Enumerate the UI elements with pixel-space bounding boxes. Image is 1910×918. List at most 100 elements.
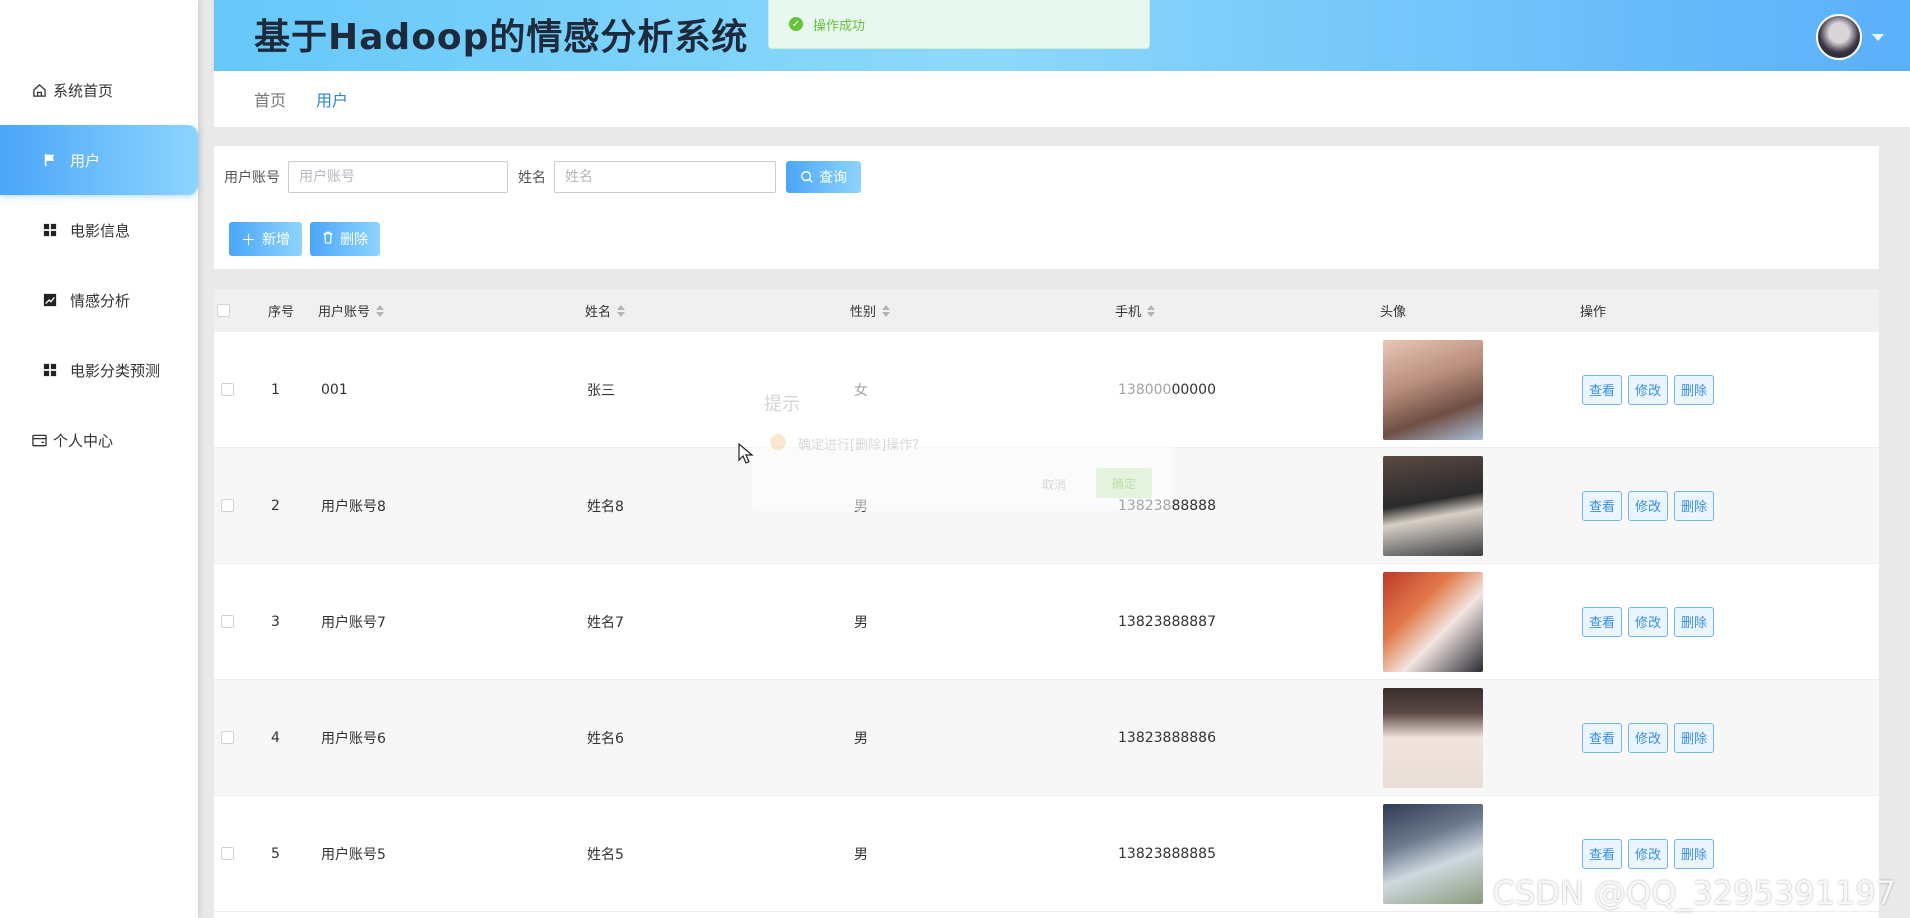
row-name: 姓名5 xyxy=(587,846,624,863)
sort-icon[interactable] xyxy=(617,304,626,317)
sidebar: 系统首页 用户 电影信息 情感分析 电影分类预测 个人中心 xyxy=(0,0,198,918)
sidebar-item-label: 电影分类预测 xyxy=(70,361,161,380)
avatar-photo[interactable] xyxy=(1383,571,1483,672)
col-phone-label: 手机 xyxy=(1115,305,1142,320)
col-gender-label: 性别 xyxy=(850,305,877,320)
row-name: 姓名8 xyxy=(587,498,624,515)
row-gender: 男 xyxy=(854,614,868,631)
view-button[interactable]: 查看 xyxy=(1582,606,1623,637)
sidebar-item-label: 情感分析 xyxy=(70,291,131,310)
sidebar-item-label: 用户 xyxy=(70,151,101,170)
sidebar-item-home[interactable]: 系统首页 xyxy=(0,55,198,125)
sidebar-item-movies[interactable]: 电影信息 xyxy=(0,195,198,265)
sidebar-item-label: 系统首页 xyxy=(53,81,114,100)
col-account[interactable]: 用户账号 xyxy=(318,289,385,332)
trash-icon xyxy=(322,230,334,248)
row-checkbox[interactable] xyxy=(221,847,234,860)
search-panel: 用户账号 姓名 查询 ＋ 新增 删除 xyxy=(214,146,1879,269)
row-index: 3 xyxy=(271,613,280,630)
toast-message: 操作成功 xyxy=(813,18,866,34)
app-title: 基于Hadoop的情感分析系统 xyxy=(254,17,749,58)
sidebar-menu: 系统首页 用户 电影信息 情感分析 电影分类预测 个人中心 xyxy=(0,55,198,475)
row-actions: 查看 修改 删除 xyxy=(1582,680,1720,795)
row-checkbox[interactable] xyxy=(221,383,234,396)
name-label: 姓名 xyxy=(518,170,546,186)
col-gender[interactable]: 性别 xyxy=(850,289,891,332)
row-account: 用户账号7 xyxy=(321,614,386,631)
avatar-photo[interactable] xyxy=(1383,339,1483,440)
sidebar-item-profile[interactable]: 个人中心 xyxy=(0,405,198,475)
row-delete-button[interactable]: 删除 xyxy=(1674,374,1715,405)
check-circle-icon: ✓ xyxy=(789,17,803,31)
avatar-photo[interactable] xyxy=(1383,687,1483,788)
row-phone: 13823888888 xyxy=(1118,497,1216,514)
row-phone: 13823888885 xyxy=(1118,845,1216,862)
sort-icon[interactable] xyxy=(1147,304,1156,317)
search-row: 用户账号 姓名 查询 xyxy=(224,160,861,194)
row-index: 2 xyxy=(271,497,280,514)
edit-button[interactable]: 修改 xyxy=(1628,722,1669,753)
row-checkbox[interactable] xyxy=(221,731,234,744)
row-name: 姓名7 xyxy=(587,614,624,631)
edit-button[interactable]: 修改 xyxy=(1628,606,1669,637)
sort-icon[interactable] xyxy=(882,304,891,317)
col-account-label: 用户账号 xyxy=(318,305,371,320)
table-row: 4 用户账号6 姓名6 男 13823888886 查看 修改 删除 xyxy=(214,680,1879,796)
row-gender: 女 xyxy=(854,382,868,399)
row-index: 1 xyxy=(271,381,280,398)
table-body: 1 001 张三 女 13800000000 查看 修改 删除 2 用户账号8 … xyxy=(214,332,1879,912)
user-menu[interactable] xyxy=(1816,14,1884,60)
action-buttons: ＋ 新增 删除 xyxy=(229,222,388,256)
name-input[interactable] xyxy=(554,161,776,193)
row-account: 用户账号5 xyxy=(321,846,386,863)
row-checkbox[interactable] xyxy=(221,615,234,628)
col-name[interactable]: 姓名 xyxy=(585,289,626,332)
delete-button[interactable]: 删除 xyxy=(310,222,381,256)
view-button[interactable]: 查看 xyxy=(1582,374,1623,405)
avatar-photo[interactable] xyxy=(1383,803,1483,904)
row-delete-button[interactable]: 删除 xyxy=(1674,606,1715,637)
row-account: 用户账号6 xyxy=(321,730,386,747)
sort-icon[interactable] xyxy=(376,304,385,317)
avatar[interactable] xyxy=(1816,14,1862,60)
sidebar-item-sentiment[interactable]: 情感分析 xyxy=(0,265,198,335)
account-input[interactable] xyxy=(288,161,508,193)
success-toast: ✓ 操作成功 xyxy=(768,0,1150,49)
home-icon xyxy=(31,82,47,98)
row-account: 用户账号8 xyxy=(321,498,386,515)
col-ops: 操作 xyxy=(1580,305,1607,320)
view-button[interactable]: 查看 xyxy=(1582,490,1623,521)
row-phone: 13823888886 xyxy=(1118,729,1216,746)
breadcrumb-home[interactable]: 首页 xyxy=(254,87,286,111)
row-actions: 查看 修改 删除 xyxy=(1582,448,1720,563)
add-label: 新增 xyxy=(262,232,291,248)
row-checkbox[interactable] xyxy=(221,499,234,512)
edit-button[interactable]: 修改 xyxy=(1628,374,1669,405)
edit-button[interactable]: 修改 xyxy=(1628,490,1669,521)
view-button[interactable]: 查看 xyxy=(1582,722,1623,753)
row-delete-button[interactable]: 删除 xyxy=(1674,490,1715,521)
row-index: 5 xyxy=(271,845,280,862)
row-delete-button[interactable]: 删除 xyxy=(1674,722,1715,753)
query-button[interactable]: 查询 xyxy=(786,161,861,193)
caret-down-icon[interactable] xyxy=(1872,33,1884,41)
add-button[interactable]: ＋ 新增 xyxy=(229,222,303,256)
row-gender: 男 xyxy=(854,846,868,863)
account-label: 用户账号 xyxy=(224,170,280,186)
select-all-checkbox[interactable] xyxy=(217,304,230,317)
breadcrumb: 首页 用户 xyxy=(214,71,1910,127)
sidebar-item-users[interactable]: 用户 xyxy=(0,125,198,195)
row-name: 张三 xyxy=(587,382,615,399)
avatar-photo[interactable] xyxy=(1383,455,1483,556)
row-delete-button[interactable]: 删除 xyxy=(1674,838,1715,869)
row-actions: 查看 修改 删除 xyxy=(1582,564,1720,679)
row-name: 姓名6 xyxy=(587,730,624,747)
col-phone[interactable]: 手机 xyxy=(1115,289,1156,332)
edit-button[interactable]: 修改 xyxy=(1628,838,1669,869)
grid-icon xyxy=(42,362,58,378)
view-button[interactable]: 查看 xyxy=(1582,838,1623,869)
sidebar-item-prediction[interactable]: 电影分类预测 xyxy=(0,335,198,405)
grid-icon xyxy=(42,222,58,238)
breadcrumb-current: 用户 xyxy=(316,91,349,110)
row-index: 4 xyxy=(271,729,280,746)
